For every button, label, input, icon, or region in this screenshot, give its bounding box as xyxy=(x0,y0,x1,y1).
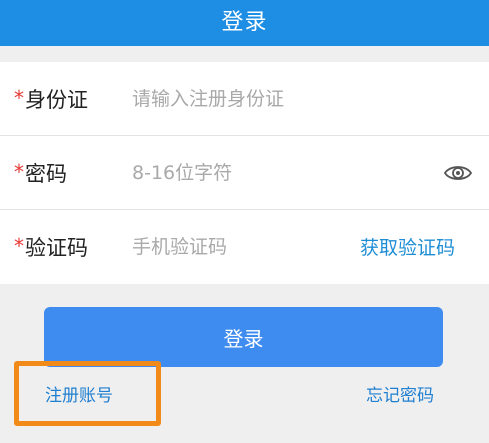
required-mark: * xyxy=(14,159,24,184)
required-mark: * xyxy=(14,85,24,110)
spacer xyxy=(0,46,489,62)
get-code-button[interactable]: 获取验证码 xyxy=(360,233,455,260)
verify-code-label-group: * 验证码 xyxy=(14,232,88,262)
verify-code-row: * 验证码 获取验证码 xyxy=(0,210,489,283)
id-card-input[interactable] xyxy=(132,87,352,110)
id-card-label-group: * 身份证 xyxy=(14,84,88,114)
login-button[interactable]: 登录 xyxy=(44,307,443,367)
verify-code-input[interactable] xyxy=(132,235,352,258)
forgot-password-link[interactable]: 忘记密码 xyxy=(366,381,434,406)
title-bar: 登录 xyxy=(0,0,489,46)
verify-code-label: 验证码 xyxy=(25,235,88,260)
eye-icon[interactable] xyxy=(443,163,473,183)
password-label: 密码 xyxy=(25,161,67,186)
required-mark: * xyxy=(14,233,24,258)
page-title: 登录 xyxy=(221,10,268,35)
password-input[interactable] xyxy=(132,161,352,184)
password-label-group: * 密码 xyxy=(14,158,67,188)
register-link[interactable]: 注册账号 xyxy=(45,381,113,406)
login-form: * 身份证 * 密码 * 验证码 获取验证码 xyxy=(0,62,489,284)
id-card-row: * 身份证 xyxy=(0,62,489,135)
id-card-label: 身份证 xyxy=(25,87,88,112)
password-row: * 密码 xyxy=(0,136,489,209)
